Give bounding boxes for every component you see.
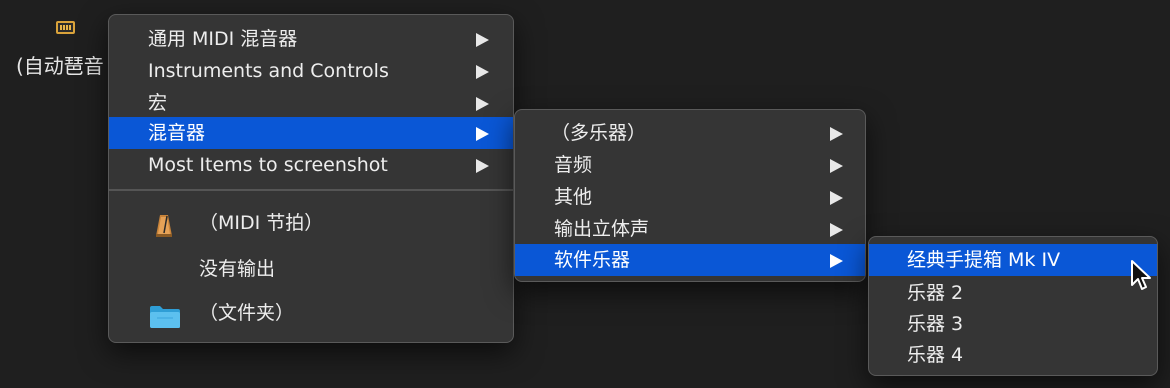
mouse-pointer-icon bbox=[1131, 260, 1151, 290]
menu-separator bbox=[109, 189, 513, 191]
menu-item-label: 乐器 3 bbox=[907, 313, 964, 335]
menu-item-classic-suitcase[interactable]: 经典手提箱 Mk IV bbox=[869, 244, 1157, 276]
menu-item-label: 软件乐器 bbox=[554, 249, 631, 271]
menu-item-macro[interactable]: 宏 bbox=[109, 87, 513, 119]
menu-item-multi-instrument[interactable]: （多乐器） bbox=[515, 117, 865, 149]
submenu-arrow-icon bbox=[830, 159, 843, 173]
menu-item-label: 宏 bbox=[148, 92, 168, 114]
menu-item-folder[interactable]: （文件夹） bbox=[109, 297, 513, 329]
menu-item-label: 乐器 4 bbox=[907, 344, 964, 366]
menu-item-label: Most Items to screenshot bbox=[148, 154, 388, 176]
output-menu: 通用 MIDI 混音器 Instruments and Controls 宏 混… bbox=[108, 14, 514, 343]
submenu-arrow-icon bbox=[830, 254, 843, 268]
menu-item-mixer[interactable]: 混音器 bbox=[109, 117, 513, 149]
submenu-arrow-icon bbox=[476, 159, 489, 173]
submenu-arrow-icon bbox=[830, 127, 843, 141]
menu-item-midi-metronome[interactable]: （MIDI 节拍） bbox=[109, 207, 513, 239]
menu-item-instruments-controls[interactable]: Instruments and Controls bbox=[109, 55, 513, 87]
submenu-arrow-icon bbox=[830, 191, 843, 205]
submenu-arrow-icon bbox=[476, 65, 489, 79]
menu-item-label: Instruments and Controls bbox=[148, 60, 389, 82]
software-instrument-submenu: 经典手提箱 Mk IV 乐器 2 乐器 3 乐器 4 bbox=[868, 236, 1158, 376]
folder-icon bbox=[150, 306, 180, 328]
menu-item-other[interactable]: 其他 bbox=[515, 181, 865, 213]
submenu-arrow-icon bbox=[476, 127, 489, 141]
menu-item-audio[interactable]: 音频 bbox=[515, 149, 865, 181]
submenu-arrow-icon bbox=[476, 97, 489, 111]
menu-item-instrument-2[interactable]: 乐器 2 bbox=[869, 277, 1157, 309]
menu-item-label: 混音器 bbox=[148, 122, 206, 144]
menu-item-label: 其他 bbox=[554, 186, 593, 208]
menu-item-label: （MIDI 节拍） bbox=[199, 212, 324, 234]
menu-item-label: 经典手提箱 Mk IV bbox=[907, 249, 1061, 271]
metronome-icon bbox=[156, 215, 172, 237]
menu-item-no-output[interactable]: 没有输出 bbox=[109, 253, 513, 285]
menu-item-label: 输出立体声 bbox=[554, 218, 650, 240]
menu-item-instrument-4[interactable]: 乐器 4 bbox=[869, 339, 1157, 371]
menu-item-label: 通用 MIDI 混音器 bbox=[148, 28, 298, 50]
menu-item-label: （文件夹） bbox=[199, 302, 295, 324]
menu-item-most-items[interactable]: Most Items to screenshot bbox=[109, 149, 513, 181]
mixer-submenu: （多乐器） 音频 其他 输出立体声 软件乐器 bbox=[514, 109, 866, 282]
submenu-arrow-icon bbox=[476, 33, 489, 47]
menu-item-output-stereo[interactable]: 输出立体声 bbox=[515, 213, 865, 245]
menu-item-software-instrument[interactable]: 软件乐器 bbox=[515, 244, 865, 276]
menu-item-label: 乐器 2 bbox=[907, 282, 964, 304]
menu-item-gm-mixer[interactable]: 通用 MIDI 混音器 bbox=[109, 23, 513, 55]
menu-item-label: 没有输出 bbox=[199, 258, 276, 280]
track-label: (自动琶音 bbox=[16, 54, 104, 78]
menu-item-instrument-3[interactable]: 乐器 3 bbox=[869, 308, 1157, 340]
menu-item-label: （多乐器） bbox=[551, 122, 647, 144]
submenu-arrow-icon bbox=[830, 223, 843, 237]
menu-item-label: 音频 bbox=[554, 154, 593, 176]
keyboard-instrument-icon bbox=[56, 21, 75, 34]
